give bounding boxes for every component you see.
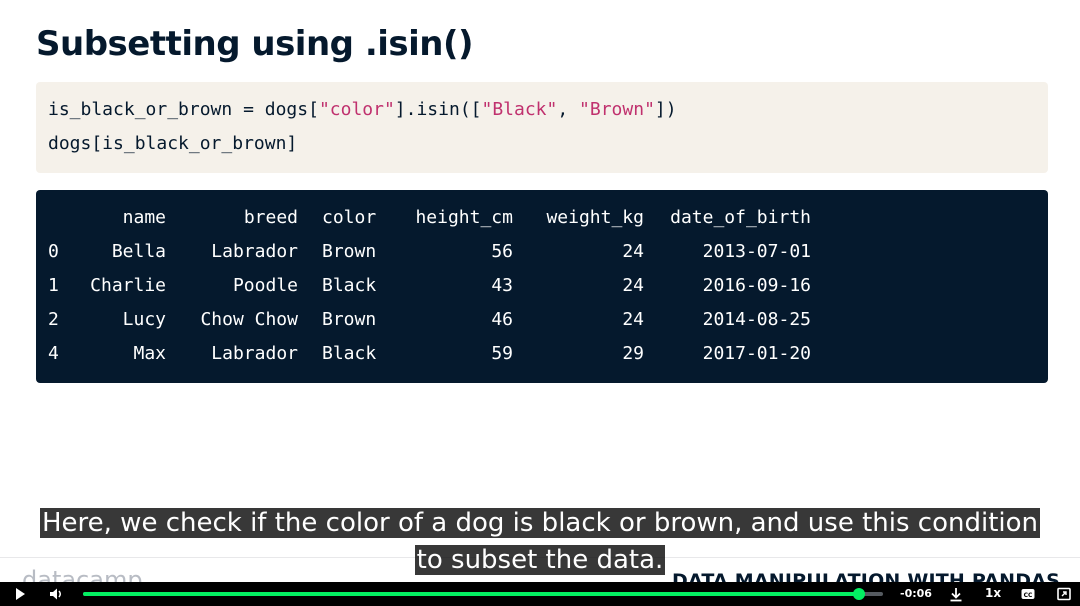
table-cell: 24 <box>622 241 644 262</box>
header-cell: height_cm <box>415 207 513 228</box>
captions-icon[interactable]: CC <box>1020 586 1036 602</box>
table-cell: Bella <box>111 241 166 262</box>
table-cell: Brown <box>322 241 377 262</box>
code-text: ]) <box>654 99 677 120</box>
slide: Subsetting using .isin() is_black_or_bro… <box>0 0 1080 582</box>
video-player-controls: -0:06 1x CC <box>0 582 1080 606</box>
code-text: , <box>557 99 580 120</box>
table-header-row: name breed color height_cm weight_kg dat… <box>36 201 1048 235</box>
header-cell: date_of_birth <box>670 207 811 228</box>
table-cell: 2017-01-20 <box>702 343 811 364</box>
table-row: 4 Max Labrador Black 59 29 2017-01-20 <box>36 337 1048 371</box>
volume-icon[interactable] <box>48 586 64 602</box>
table-cell: 2 <box>48 309 59 330</box>
output-table: name breed color height_cm weight_kg dat… <box>36 190 1048 383</box>
time-remaining: -0:06 <box>900 587 932 600</box>
play-icon[interactable] <box>12 586 28 602</box>
header-cell: color <box>322 207 377 228</box>
header-cell: breed <box>243 207 298 228</box>
table-cell: 0 <box>48 241 59 262</box>
fullscreen-icon[interactable] <box>1056 586 1072 602</box>
table-row: 0 Bella Labrador Brown 56 24 2013-07-01 <box>36 235 1048 269</box>
progress-bar[interactable] <box>83 588 883 600</box>
table-cell: 24 <box>622 275 644 296</box>
subtitle-text: to subset the data. <box>414 545 666 575</box>
subtitle-text: Here, we check if the color of a dog is … <box>39 508 1041 538</box>
subtitle-line-1: Here, we check if the color of a dog is … <box>0 505 1080 541</box>
progress-handle[interactable] <box>853 588 865 600</box>
slide-title: Subsetting using .isin() <box>36 24 474 64</box>
code-line-2: dogs[is_black_or_brown] <box>48 133 298 154</box>
table-cell: Lucy <box>122 309 166 330</box>
table-cell: 2016-09-16 <box>702 275 811 296</box>
code-string: "Brown" <box>579 99 655 120</box>
subtitle-line-2: to subset the data. <box>0 542 1080 578</box>
table-cell: Brown <box>322 309 377 330</box>
svg-text:CC: CC <box>1024 592 1033 599</box>
table-cell: 2014-08-25 <box>702 309 811 330</box>
progress-fill <box>83 592 859 596</box>
code-text: is_black_or_brown = dogs[ <box>48 99 319 120</box>
table-cell: Charlie <box>90 275 166 296</box>
table-cell: 29 <box>622 343 644 364</box>
code-string: "color" <box>318 99 395 120</box>
table-cell: Poodle <box>232 275 298 296</box>
table-cell: Chow Chow <box>200 309 298 330</box>
code-string: "Black" <box>481 99 558 120</box>
table-cell: Black <box>322 275 377 296</box>
table-row: 1 Charlie Poodle Black 43 24 2016-09-16 <box>36 269 1048 303</box>
table-cell: Black <box>322 343 377 364</box>
table-cell: 43 <box>491 275 513 296</box>
header-cell: weight_kg <box>546 207 644 228</box>
table-cell: 1 <box>48 275 59 296</box>
download-icon[interactable] <box>948 586 964 602</box>
table-cell: 46 <box>491 309 513 330</box>
code-text: ].isin([ <box>394 99 482 120</box>
code-line-1: is_black_or_brown = dogs["color"].isin([… <box>48 96 1036 130</box>
table-cell: Labrador <box>211 343 298 364</box>
playback-speed-button[interactable]: 1x <box>985 586 1001 600</box>
table-cell: Max <box>133 343 166 364</box>
table-cell: 56 <box>491 241 513 262</box>
table-cell: 2013-07-01 <box>702 241 811 262</box>
table-cell: 4 <box>48 343 59 364</box>
code-block: is_black_or_brown = dogs["color"].isin([… <box>36 82 1048 173</box>
header-cell: name <box>122 207 166 228</box>
table-cell: Labrador <box>211 241 298 262</box>
table-row: 2 Lucy Chow Chow Brown 46 24 2014-08-25 <box>36 303 1048 337</box>
table-cell: 59 <box>491 343 513 364</box>
table-cell: 24 <box>622 309 644 330</box>
